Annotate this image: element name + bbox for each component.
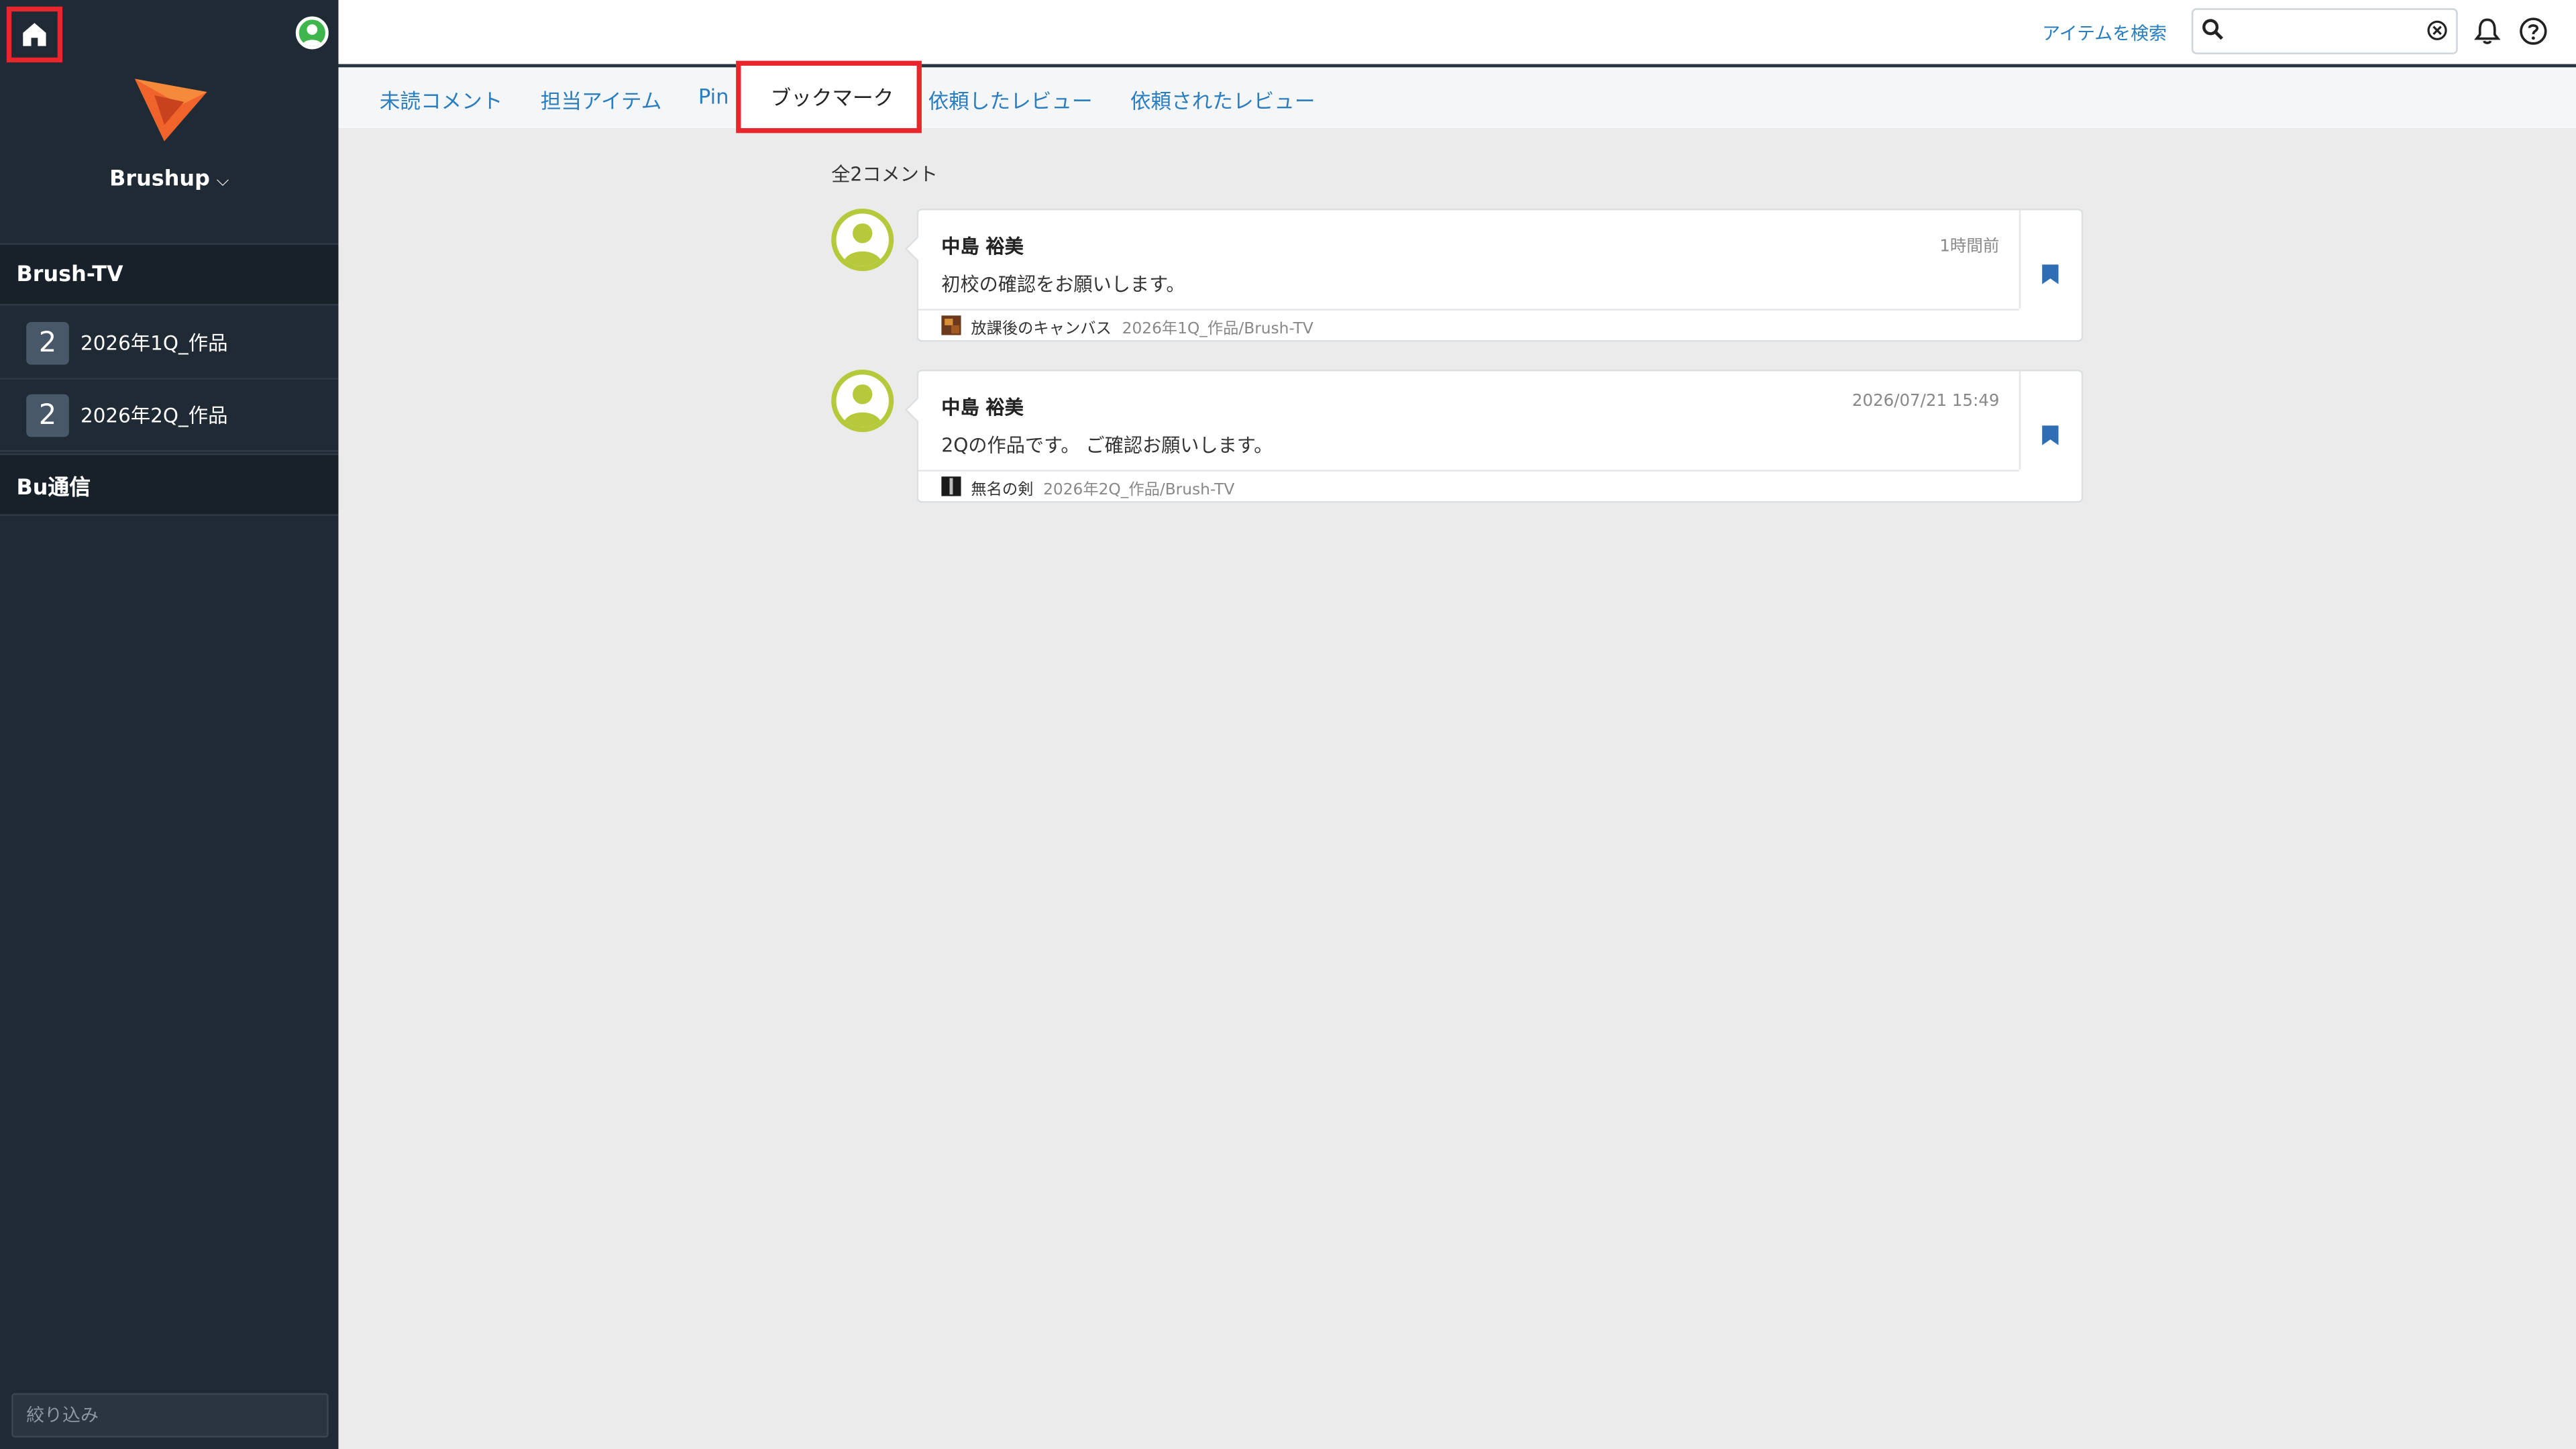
comment-text: 2Qの作品です。 ご確認お願いします。 [941, 433, 1273, 457]
tab-assigned-items[interactable]: 担当アイテム [541, 84, 662, 115]
sidebar-filter-input[interactable]: 絞り込み [11, 1393, 329, 1438]
item-path: 2026年1Q_作品/Brush-TV [1122, 320, 1313, 339]
comment-card[interactable]: 中島 裕美 1時間前 初校の確認をお願いします。 放課後のキャンバス 2026年… [904, 209, 2084, 342]
avatar[interactable] [831, 209, 894, 272]
help-icon[interactable] [2518, 16, 2548, 46]
comment-author: 中島 裕美 [941, 235, 1024, 258]
chevron-down-icon: ⌵ [216, 172, 229, 191]
tab-bar: 未読コメント 担当アイテム Pin ブックマーク 依頼したレビュー 依頼されたレ… [338, 60, 2576, 133]
comment-time: 1時間前 [1939, 238, 2000, 257]
bookmark-icon[interactable] [2042, 264, 2059, 284]
comment-author: 中島 裕美 [941, 396, 1024, 419]
bell-icon[interactable] [2474, 16, 2501, 46]
user-avatar-icon[interactable] [295, 16, 329, 50]
item-thumbnail [941, 315, 961, 335]
comment-footer[interactable]: 放課後のキャンバス 2026年1Q_作品/Brush-TV [918, 309, 2019, 341]
sidebar-item-label: 2026年1Q_作品 [80, 331, 228, 355]
tab-bookmark-label: ブックマーク [770, 85, 894, 111]
item-name: 無名の剣 [971, 481, 1034, 500]
search-input[interactable] [2191, 8, 2458, 54]
group-label: Brush-TV [16, 262, 123, 287]
tab-received-reviews[interactable]: 依頼されたレビュー [1130, 84, 1316, 115]
home-icon [23, 23, 46, 46]
tab-bookmark[interactable]: ブックマーク [736, 60, 922, 133]
bookmark-icon[interactable] [2042, 425, 2059, 445]
comment-body: 中島 裕美 1時間前 初校の確認をお願いします。 [918, 210, 2021, 309]
workspace-selector[interactable]: Brushup ⌵ [0, 168, 338, 193]
sidebar-item-2026-1q[interactable]: 2 2026年1Q_作品 [0, 307, 339, 380]
home-button[interactable] [6, 6, 63, 63]
search-icon [2202, 19, 2224, 40]
sidebar-group-brush-tv[interactable]: Brush-TV [0, 243, 339, 306]
sidebar-group-bu-tsushin[interactable]: Bu通信 [0, 453, 339, 516]
item-thumbnail [941, 476, 961, 496]
tab-pin[interactable]: Pin [698, 84, 729, 109]
top-bar: アイテムを検索 [338, 0, 2576, 68]
tab-unread-comments[interactable]: 未読コメント [380, 84, 503, 115]
group-label: Bu通信 [16, 475, 91, 500]
comment-body: 中島 裕美 2026/07/21 15:49 2Qの作品です。 ご確認お願いしま… [918, 371, 2021, 470]
sidebar-item-2026-2q[interactable]: 2 2026年2Q_作品 [0, 380, 339, 452]
comment-footer[interactable]: 無名の剣 2026年2Q_作品/Brush-TV [918, 470, 2019, 502]
brushup-logo [134, 78, 207, 142]
workspace-name: Brushup [109, 167, 210, 193]
sidebar-item-label: 2026年2Q_作品 [80, 404, 228, 427]
item-name: 放課後のキャンバス [971, 320, 1112, 339]
avatar[interactable] [831, 370, 894, 433]
item-path: 2026年2Q_作品/Brush-TV [1043, 481, 1235, 500]
comment-card[interactable]: 中島 裕美 2026/07/21 15:49 2Qの作品です。 ご確認お願いしま… [904, 370, 2084, 503]
item-count-badge: 2 [26, 393, 69, 437]
comment-count: 全2コメント [831, 162, 938, 186]
comment-time: 2026/07/21 15:49 [1851, 392, 2000, 411]
tab-requested-reviews[interactable]: 依頼したレビュー [928, 84, 1093, 115]
sidebar: Brushup ⌵ Brush-TV 2 2026年1Q_作品 2 2026年2Q… [0, 0, 339, 1449]
comment-text: 初校の確認をお願いします。 [941, 272, 1185, 296]
search-items-link[interactable]: アイテムを検索 [2042, 19, 2167, 46]
clear-icon[interactable] [2426, 19, 2448, 41]
item-count-badge: 2 [26, 321, 69, 364]
